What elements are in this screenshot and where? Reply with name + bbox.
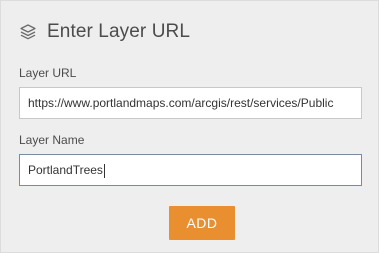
add-button[interactable]: ADD <box>169 206 235 240</box>
layer-name-value: PortlandTrees <box>28 163 103 177</box>
layer-url-input[interactable]: https://www.portlandmaps.com/arcgis/rest… <box>19 87 362 119</box>
layer-url-label: Layer URL <box>19 66 77 80</box>
layers-icon <box>19 23 37 41</box>
panel-title: Enter Layer URL <box>47 21 191 42</box>
text-caret <box>103 163 105 178</box>
layer-name-label: Layer Name <box>19 133 85 147</box>
layer-name-input[interactable]: PortlandTrees <box>19 154 362 186</box>
enter-layer-url-panel: Enter Layer URL Layer URL https://www.po… <box>0 0 379 253</box>
layer-url-value: https://www.portlandmaps.com/arcgis/rest… <box>28 96 334 110</box>
panel-header: Enter Layer URL <box>19 20 190 44</box>
